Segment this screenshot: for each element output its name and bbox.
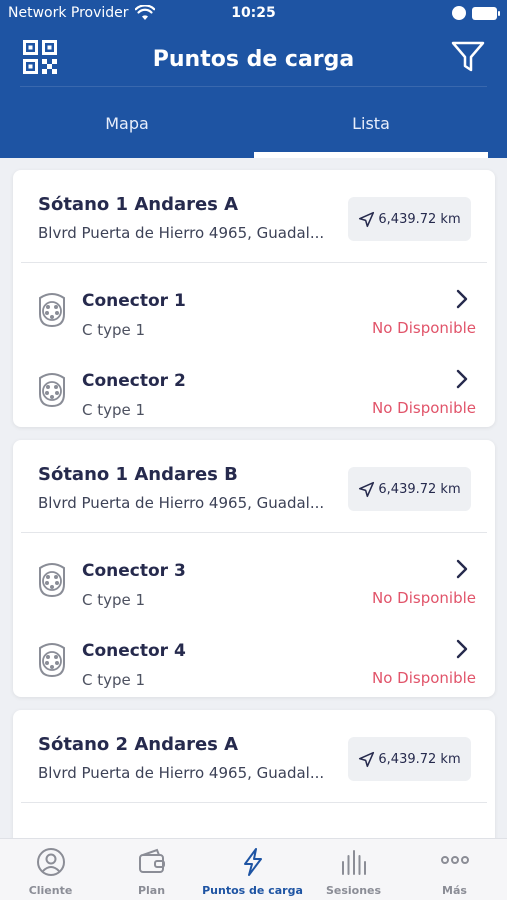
navigation-arrow-icon (359, 751, 375, 767)
nav-sesiones[interactable]: Sesiones (303, 839, 404, 900)
connector-row[interactable]: Conector 1 C type 1 No Disponible (13, 276, 495, 350)
person-icon (37, 848, 65, 876)
site-name: Sótano 2 Andares A (38, 734, 239, 755)
location-arrow-icon (452, 6, 466, 20)
filter-icon[interactable] (450, 39, 486, 75)
charging-site-card: Sótano 1 Andares B Blvrd Puerta de Hierr… (13, 440, 495, 697)
chevron-right-icon (456, 639, 468, 659)
distance-badge: 6,439.72 km (348, 467, 471, 511)
clock: 10:25 (231, 5, 276, 21)
plug-connector-icon (39, 293, 65, 328)
nav-label: Plan (137, 884, 166, 897)
connector-name: Conector 4 (82, 641, 186, 661)
bars-icon (342, 850, 366, 875)
page-title: Puntos de carga (152, 47, 355, 72)
site-header[interactable]: Sótano 1 Andares A Blvrd Puerta de Hierr… (13, 170, 495, 262)
wallet-icon (139, 848, 165, 873)
site-address: Blvrd Puerta de Hierro 4965, Guadal... (38, 494, 325, 512)
card-divider (21, 262, 487, 263)
chevron-right-icon (456, 559, 468, 579)
chevron-right-icon (456, 369, 468, 389)
nav-label: Sesiones (325, 884, 382, 897)
card-divider (21, 802, 487, 803)
nav-cliente[interactable]: Cliente (0, 839, 101, 900)
connector-name: Conector 3 (82, 561, 186, 581)
tab-mapa[interactable]: Mapa (0, 114, 254, 133)
connector-status: No Disponible (372, 589, 476, 607)
nav-mas[interactable]: Más (404, 839, 505, 900)
plug-connector-icon (39, 373, 65, 408)
connector-row[interactable]: Conector 3 C type 1 No Disponible (13, 546, 495, 620)
connector-row[interactable]: Conector 4 C type 1 No Disponible (13, 626, 495, 700)
plug-connector-icon (39, 643, 65, 678)
selected-tab-indicator (254, 152, 488, 158)
connector-type: C type 1 (82, 321, 146, 339)
nav-plan[interactable]: Plan (101, 839, 202, 900)
header-divider (20, 86, 487, 87)
connector-status: No Disponible (372, 319, 476, 337)
distance-value: 6,439.72 km (378, 751, 461, 767)
distance-badge: 6,439.72 km (348, 737, 471, 781)
distance-value: 6,439.72 km (378, 481, 461, 497)
connector-type: C type 1 (82, 671, 146, 689)
site-name: Sótano 1 Andares A (38, 194, 239, 215)
connector-row[interactable]: Conector 2 C type 1 No Disponible (13, 356, 495, 430)
card-divider (21, 532, 487, 533)
connector-name: Conector 1 (82, 291, 186, 311)
charging-site-card: Sótano 2 Andares A Blvrd Puerta de Hierr… (13, 710, 495, 850)
nav-puntos-de-carga[interactable]: Puntos de carga (202, 839, 303, 900)
charging-site-card: Sótano 1 Andares A Blvrd Puerta de Hierr… (13, 170, 495, 427)
more-dots-icon (441, 856, 469, 864)
bottom-tab-bar: Cliente Plan Puntos de carga Sesiones Má… (0, 838, 507, 900)
navigation-arrow-icon (359, 211, 375, 227)
connector-status: No Disponible (372, 399, 476, 417)
navigation-arrow-icon (359, 481, 375, 497)
connector-type: C type 1 (82, 401, 146, 419)
status-bar: Network Provider 10:25 (0, 0, 507, 28)
nav-label: Cliente (28, 884, 73, 897)
site-header[interactable]: Sótano 2 Andares A Blvrd Puerta de Hierr… (13, 710, 495, 802)
site-header[interactable]: Sótano 1 Andares B Blvrd Puerta de Hierr… (13, 440, 495, 532)
battery-icon (472, 7, 500, 20)
nav-label: Más (442, 884, 467, 897)
site-name: Sótano 1 Andares B (38, 464, 238, 485)
tab-lista[interactable]: Lista (254, 114, 488, 133)
lightning-icon (244, 848, 262, 876)
site-address: Blvrd Puerta de Hierro 4965, Guadal... (38, 764, 325, 782)
header: Network Provider 10:25 Puntos de carga M… (0, 0, 507, 158)
chevron-right-icon (456, 289, 468, 309)
site-address: Blvrd Puerta de Hierro 4965, Guadal... (38, 224, 325, 242)
plug-connector-icon (39, 563, 65, 598)
distance-badge: 6,439.72 km (348, 197, 471, 241)
connector-status: No Disponible (372, 669, 476, 687)
connector-name: Conector 2 (82, 371, 186, 391)
distance-value: 6,439.72 km (378, 211, 461, 227)
connector-type: C type 1 (82, 591, 146, 609)
nav-label: Puntos de carga (202, 884, 303, 897)
